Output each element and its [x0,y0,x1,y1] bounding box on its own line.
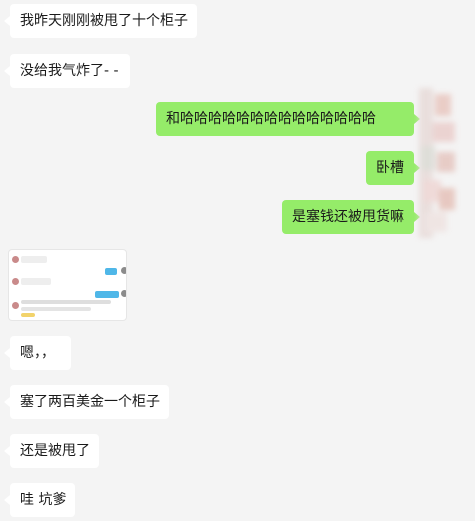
message-text: 和哈哈哈哈哈哈哈哈哈哈哈哈哈哈 [166,111,376,127]
message-bubble-outgoing[interactable]: 和哈哈哈哈哈哈哈哈哈哈哈哈哈哈 [156,102,420,136]
placeholder-line [21,256,47,263]
avatar-icon [12,302,19,309]
placeholder-line [105,268,117,275]
message-text: 塞了两百美金一个柜子 [20,394,160,410]
placeholder-line [21,278,51,285]
placeholder-line [21,300,111,304]
avatar[interactable] [415,88,461,238]
message-text: 没给我气炸了- - [20,63,119,79]
message-text: 我昨天刚刚被甩了十个柜子 [20,13,188,29]
message-text: 卧槽 [376,160,404,176]
message-text: 是塞钱还被甩货嘛 [292,209,404,225]
message-text: 还是被甩了 [20,443,90,459]
avatar-icon [121,290,126,297]
avatar-icon [12,256,19,263]
placeholder-line [95,291,119,298]
message-bubble-outgoing[interactable]: 是塞钱还被甩货嘛 [282,200,420,234]
avatar-icon [12,278,19,285]
message-text: 嗯，， [20,345,55,361]
message-bubble-incoming[interactable]: 还是被甩了 [4,434,99,468]
message-bubble-outgoing[interactable]: 卧槽 [366,151,420,185]
message-text: 哇 坑爹 [20,492,67,508]
message-bubble-incoming[interactable]: 没给我气炸了- - [4,54,130,88]
message-bubble-incoming[interactable]: 嗯，， [4,336,71,370]
message-bubble-incoming[interactable]: 塞了两百美金一个柜子 [4,385,169,419]
image-message-thumbnail[interactable] [9,250,126,320]
placeholder-line [21,313,35,317]
avatar-icon [121,267,126,274]
placeholder-line [21,307,91,311]
message-bubble-incoming[interactable]: 我昨天刚刚被甩了十个柜子 [4,4,197,38]
message-bubble-incoming[interactable]: 哇 坑爹 [4,483,75,517]
